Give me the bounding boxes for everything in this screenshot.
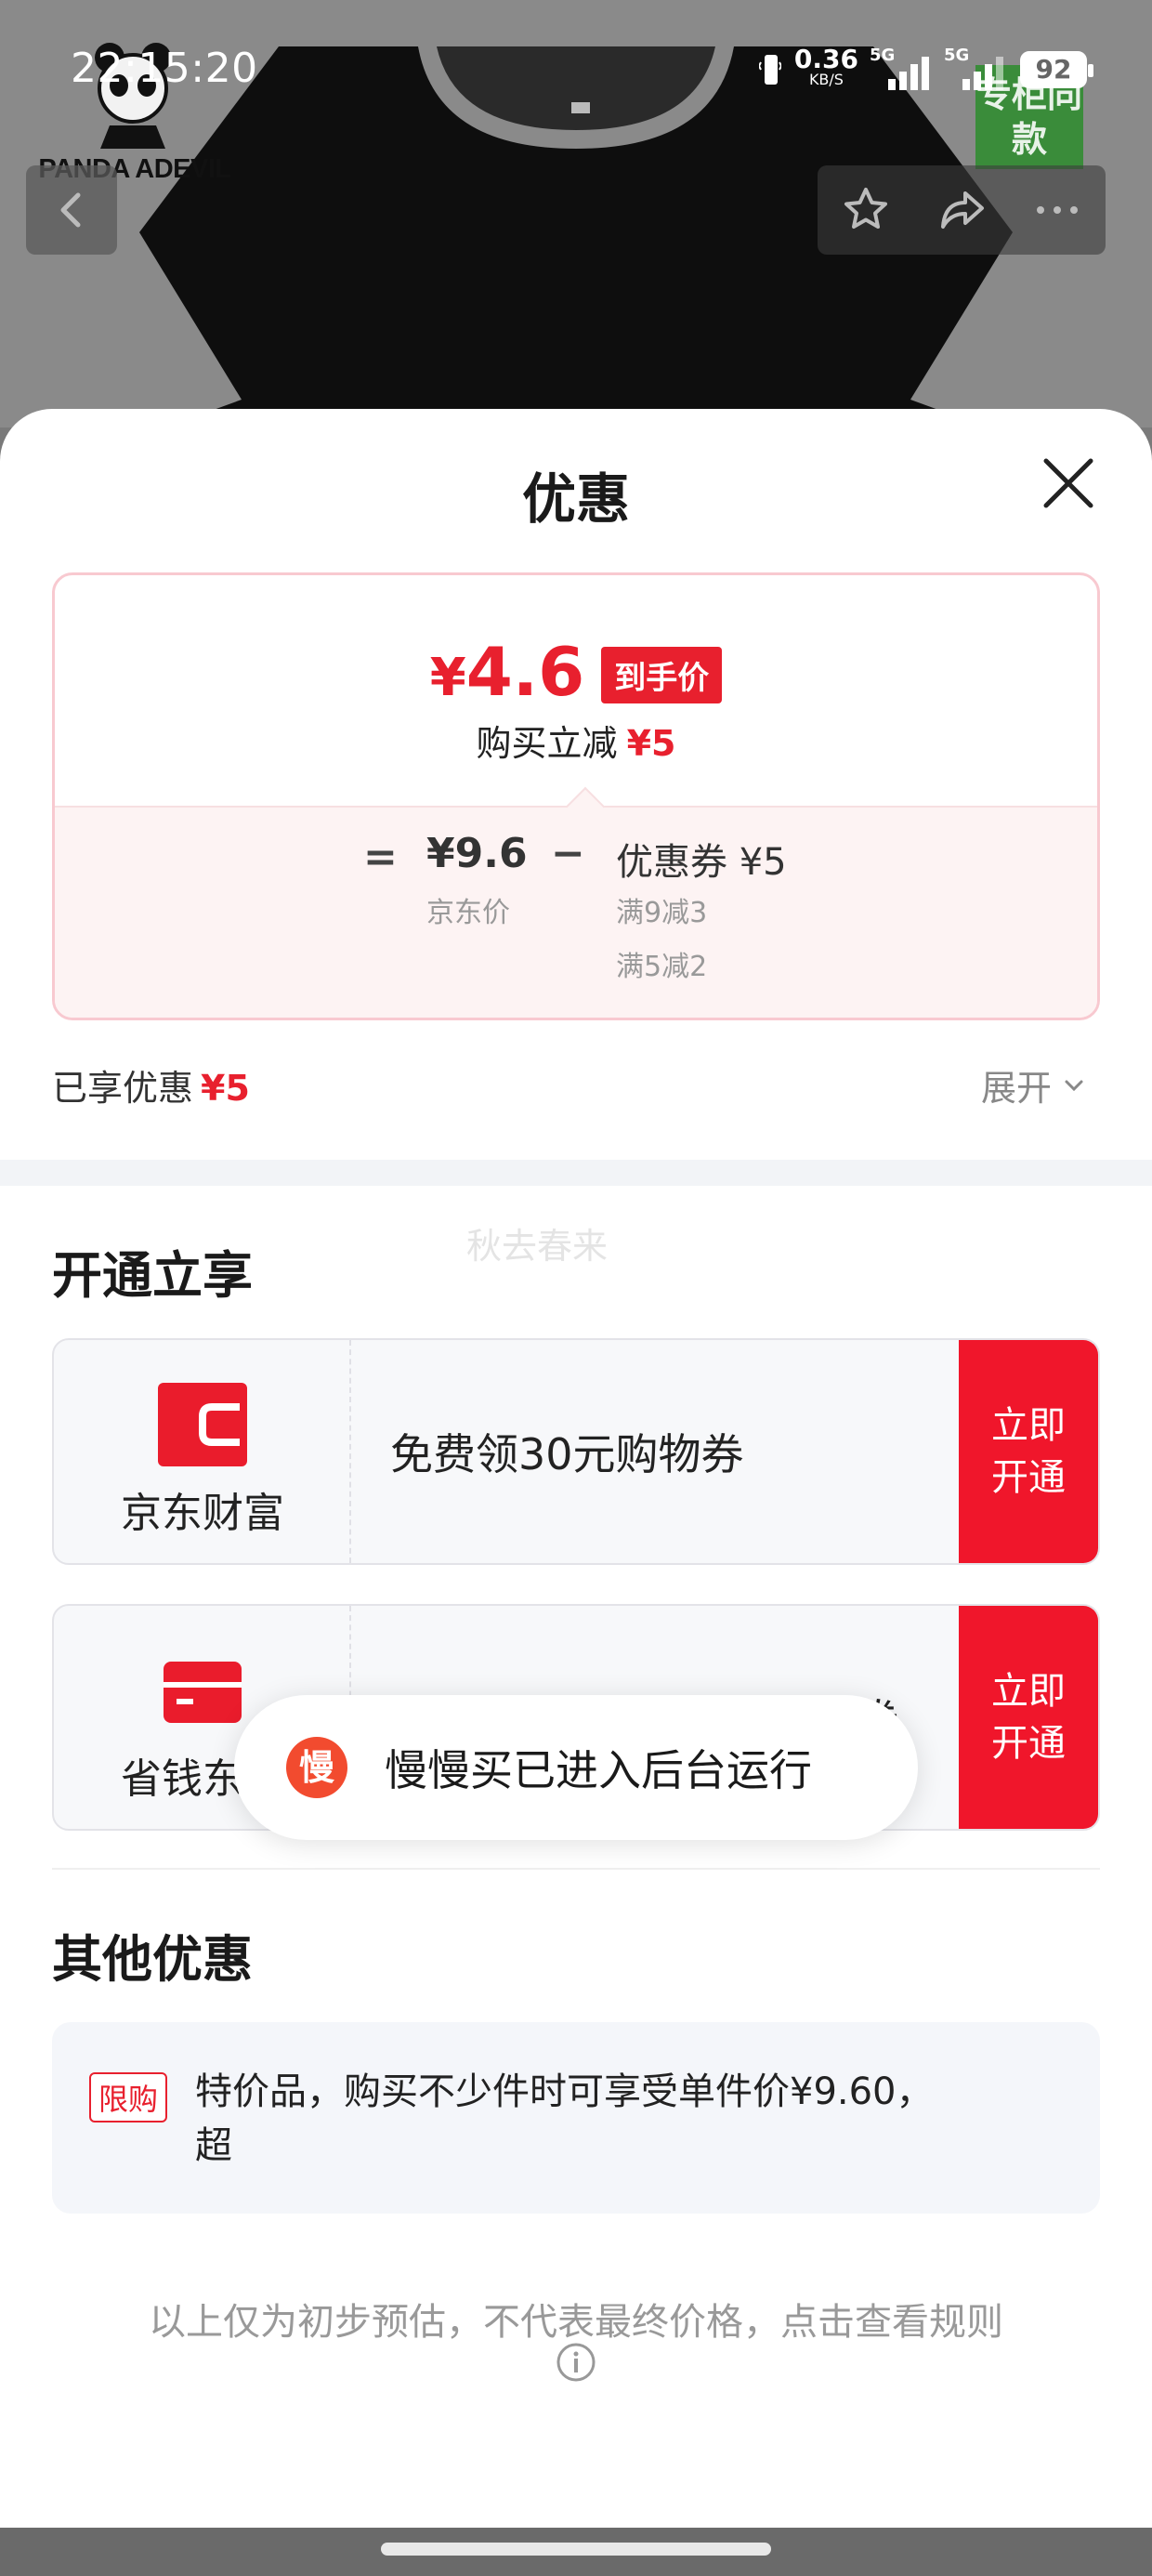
more-icon[interactable] xyxy=(1029,182,1085,238)
price-formula: = ¥9.6 京东价 − 优惠券 ¥5 满9减3 满5减2 xyxy=(55,806,1097,1018)
instant-discount-value: ¥5 xyxy=(626,723,676,764)
coupon-rule: 满9减3 xyxy=(616,897,708,929)
coupon-amount: 优惠券 ¥5 xyxy=(616,841,787,884)
top-actions xyxy=(818,165,1106,255)
activate-button-label: 立即 开通 xyxy=(991,1670,1066,1765)
enjoyed-discount: 已享优惠 ¥5 xyxy=(52,1059,250,1111)
offer-brand: 京东财富 xyxy=(54,1340,351,1563)
app-icon: 慢 xyxy=(286,1737,347,1798)
status-time: 22:15:20 xyxy=(71,45,258,92)
watermark: 秋去春来 xyxy=(466,1226,609,1267)
activate-button[interactable]: 立即 开通 xyxy=(959,1606,1098,1829)
jd-finance-icon xyxy=(158,1383,247,1466)
minus-sign: − xyxy=(551,830,585,877)
chevron-left-icon xyxy=(60,192,81,228)
purchase-limit-card[interactable]: 限购 特价品，购买不少件时可享受单件价¥9.60， 超 xyxy=(52,2022,1100,2214)
activate-button-label: 立即 开通 xyxy=(991,1404,1066,1499)
share-icon[interactable] xyxy=(934,182,989,238)
status-icons: 0.36 KB/S 5G 5G 92 xyxy=(758,46,1093,93)
chevron-down-icon xyxy=(1065,1080,1083,1091)
offer-card-jd-finance[interactable]: 京东财富 免费领30元购物券 立即 开通 xyxy=(52,1338,1100,1565)
signal-icon: 5G xyxy=(870,46,933,90)
toast-notification: 慢 慢慢买已进入后台运行 xyxy=(234,1695,918,1840)
info-icon[interactable] xyxy=(556,2342,596,2383)
enjoyed-discount-value: ¥5 xyxy=(201,1068,250,1109)
expand-label: 展开 xyxy=(981,1068,1053,1109)
jd-price: ¥9.6 xyxy=(426,830,528,877)
close-icon[interactable] xyxy=(1041,455,1096,511)
instant-discount-label: 购买立减 xyxy=(476,723,618,764)
discount-sheet: 优惠 ¥4.6 到手价 购买立减 ¥5 = ¥9.6 京东价 − 优惠券 ¥5 满… xyxy=(0,409,1152,2528)
offer-name: 京东财富 xyxy=(121,1490,284,1537)
limit-tag: 限购 xyxy=(89,2072,168,2123)
final-price-value: 4.6 xyxy=(465,633,585,711)
instant-discount: 购买立减 ¥5 xyxy=(55,715,1097,766)
other-section-title: 其他优惠 xyxy=(52,1930,253,1989)
section-divider xyxy=(0,1160,1152,1186)
open-section-title: 开通立享 xyxy=(52,1246,253,1305)
disclaimer[interactable]: 以上仅为初步预估，不代表最终价格，点击查看规则 xyxy=(0,2292,1152,2346)
jd-price-label: 京东价 xyxy=(426,897,510,929)
limit-text-line: 超 xyxy=(195,2124,232,2167)
final-price: ¥4.6 xyxy=(430,635,585,716)
signal-icon-2: 5G xyxy=(944,46,1007,90)
final-price-section: ¥4.6 到手价 购买立减 ¥5 xyxy=(55,575,1097,806)
sheet-title: 优惠 xyxy=(521,467,630,531)
limit-description: 特价品，购买不少件时可享受单件价¥9.60， 超 xyxy=(195,2065,1068,2173)
enjoyed-discount-label: 已享优惠 xyxy=(52,1068,194,1109)
price-breakdown-card: ¥4.6 到手价 购买立减 ¥5 = ¥9.6 京东价 − 优惠券 ¥5 满9减3… xyxy=(52,572,1100,1020)
expand-button[interactable]: 展开 xyxy=(981,1059,1087,1111)
offer-description: 免费领30元购物券 xyxy=(390,1429,744,1479)
currency-symbol: ¥ xyxy=(429,648,466,708)
vibrate-icon xyxy=(758,55,781,85)
final-price-tag: 到手价 xyxy=(601,647,723,703)
net-speed: 0.36 KB/S xyxy=(794,46,858,90)
status-bar: 22:15:20 0.36 KB/S 5G 5G 92 xyxy=(0,37,1152,102)
battery-icon: 92 xyxy=(1020,51,1093,88)
home-indicator[interactable] xyxy=(381,2543,771,2556)
limit-text-line: 特价品，购买不少件时可享受单件价¥9.60， xyxy=(195,2070,934,2113)
activate-button[interactable]: 立即 开通 xyxy=(959,1340,1098,1563)
star-icon[interactable] xyxy=(838,182,894,238)
signal-label-2: 5G xyxy=(944,46,970,65)
divider xyxy=(52,1868,1100,1870)
coupon-rule: 满5减2 xyxy=(616,951,708,983)
equals-sign: = xyxy=(363,834,398,881)
signal-label: 5G xyxy=(870,46,896,65)
back-button[interactable] xyxy=(26,165,117,255)
card-icon xyxy=(164,1662,242,1723)
toast-message: 慢慢买已进入后台运行 xyxy=(385,1745,812,1795)
